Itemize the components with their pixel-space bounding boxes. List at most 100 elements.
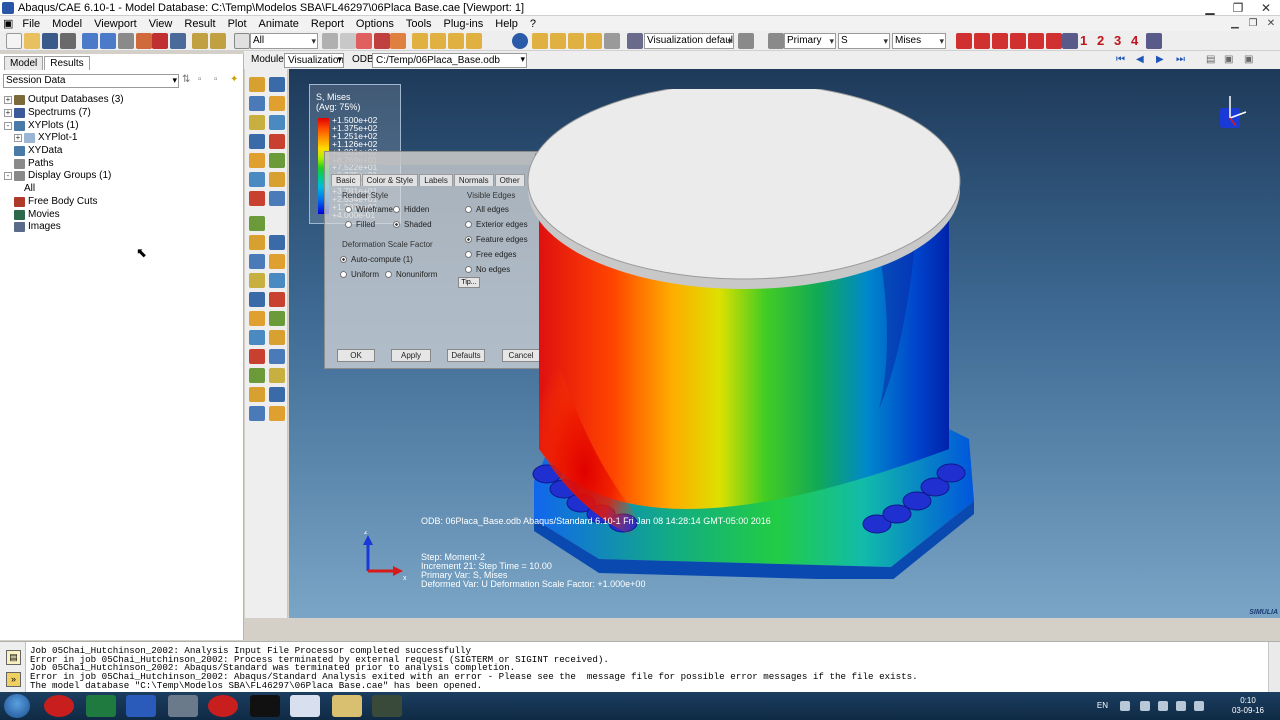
tray-volume-icon[interactable] — [1194, 701, 1204, 711]
shaded-icon[interactable] — [550, 33, 566, 49]
view-4-button[interactable]: 4 — [1131, 33, 1138, 48]
mdi-close-button[interactable]: ✕ — [1262, 16, 1280, 31]
opera-taskbar-icon[interactable] — [44, 695, 74, 717]
info-icon[interactable] — [512, 33, 528, 49]
expand-icon[interactable]: ▫ — [198, 74, 210, 86]
toolbox-tool-icon[interactable] — [249, 153, 265, 168]
menu-report[interactable]: Report — [305, 18, 350, 30]
tray-arrow-icon[interactable] — [1120, 701, 1130, 711]
toolbox-tool-icon[interactable] — [249, 273, 265, 288]
hidden-icon[interactable] — [568, 33, 584, 49]
context-help-icon[interactable]: ? — [524, 18, 542, 30]
toolbox-tool-icon[interactable] — [269, 77, 285, 92]
radio-no-edges[interactable]: No edges — [465, 265, 510, 274]
radio-free-edges[interactable]: Free edges — [465, 250, 516, 259]
render-style-icon[interactable] — [532, 33, 548, 49]
session-data-select[interactable]: Session Data — [3, 74, 179, 88]
view-manipulator-icon[interactable] — [1214, 94, 1250, 134]
view-zx-icon[interactable] — [1046, 33, 1062, 49]
toolbox-tool-icon[interactable] — [269, 254, 285, 269]
tree-node[interactable]: Paths — [4, 157, 240, 170]
visualization-defaults-select[interactable]: Visualization defaults — [644, 33, 734, 49]
toolbox-tool-icon[interactable] — [249, 349, 265, 364]
tray-network-icon[interactable] — [1140, 701, 1150, 711]
auto-fit-icon[interactable] — [152, 33, 168, 49]
toolbox-tool-icon[interactable] — [269, 311, 285, 326]
camera-icon[interactable]: ▣ — [1224, 54, 1233, 65]
toolbox-tool-icon[interactable] — [249, 172, 265, 187]
expand-toggle-icon[interactable]: + — [4, 109, 12, 118]
last-frame-icon[interactable]: ⏭ — [1176, 54, 1185, 65]
toolbox-tool-icon[interactable] — [269, 134, 285, 149]
menu-options[interactable]: Options — [350, 18, 400, 30]
rotate-icon[interactable] — [100, 33, 116, 49]
tree-node[interactable]: + Output Databases (3) — [4, 94, 240, 107]
menu-file[interactable]: File — [16, 18, 46, 30]
highlight-icon[interactable]: ✦ — [230, 74, 242, 86]
module-select[interactable]: Visualization — [284, 53, 344, 68]
wireframe-icon[interactable] — [586, 33, 602, 49]
dialog-title-bar[interactable]: ✕ — [325, 152, 548, 165]
menu-model[interactable]: Model — [46, 18, 88, 30]
collapse-icon[interactable]: ▫ — [214, 74, 226, 86]
close-button[interactable]: ✕ — [1252, 0, 1280, 16]
tree-node[interactable]: Images — [4, 221, 240, 234]
print-icon[interactable] — [60, 33, 76, 49]
tab-model[interactable]: Model — [4, 56, 44, 70]
radio-auto-compute[interactable]: Auto-compute (1) — [340, 255, 413, 264]
expand-toggle-icon[interactable]: + — [14, 134, 22, 143]
radio-nonuniform[interactable]: Nonuniform — [385, 270, 437, 279]
tab-results[interactable]: Results — [44, 56, 90, 70]
tree-node[interactable]: XYData — [4, 145, 240, 158]
kernel-command-icon[interactable]: » — [6, 672, 21, 687]
tree-node[interactable]: Movies — [4, 208, 240, 221]
variable-select[interactable]: S — [838, 33, 890, 49]
mdi-restore-button[interactable]: ❐ — [1244, 16, 1262, 31]
toolbox-tool-icon[interactable] — [269, 235, 285, 250]
tip-button[interactable]: Tip... — [458, 277, 480, 288]
view-xz-icon[interactable] — [1028, 33, 1044, 49]
excel-taskbar-icon[interactable] — [86, 695, 116, 717]
view-yx-icon[interactable] — [974, 33, 990, 49]
message-area-icon[interactable]: ▤ — [6, 650, 21, 665]
system-menu-icon[interactable]: ▣ — [0, 17, 16, 30]
view-2-button[interactable]: 2 — [1097, 33, 1104, 48]
dialog-tab-color-style[interactable]: Color & Style — [361, 174, 419, 186]
filter-icon[interactable]: ⇅ — [182, 74, 194, 86]
dialog-tab-labels[interactable]: Labels — [419, 174, 453, 186]
tray-power-icon[interactable] — [1176, 701, 1186, 711]
tree-node[interactable]: - XYPlots (1) — [4, 119, 240, 132]
pan-icon[interactable] — [82, 33, 98, 49]
abaqus-cae-taskbar-icon[interactable] — [372, 695, 402, 717]
toolbox-tool-icon[interactable] — [269, 172, 285, 187]
plot-options-dialog[interactable]: ✕ Basic Color & Style Labels Normals Oth… — [324, 151, 549, 369]
toolbox-tool-icon[interactable] — [249, 191, 265, 206]
component-select[interactable]: Mises — [892, 33, 946, 49]
frame-selector-icon[interactable]: ▤ — [1206, 54, 1215, 65]
view-zy-icon[interactable] — [1010, 33, 1026, 49]
radio-wireframe[interactable]: Wireframe — [345, 205, 393, 214]
menu-tools[interactable]: Tools — [400, 18, 438, 30]
toolbox-tool-icon[interactable] — [249, 134, 265, 149]
message-scrollbar[interactable] — [1268, 642, 1280, 693]
radio-all-edges[interactable]: All edges — [465, 205, 509, 214]
toolbox-tool-icon[interactable] — [249, 115, 265, 130]
defaults-button[interactable]: Defaults — [447, 349, 485, 362]
toolbox-tool-icon[interactable] — [249, 254, 265, 269]
menu-result[interactable]: Result — [178, 18, 221, 30]
tree-node[interactable]: + Spectrums (7) — [4, 107, 240, 120]
radio-filled[interactable]: Filled — [345, 220, 375, 229]
invariant-select[interactable]: Primary — [784, 33, 836, 49]
toolbox-tool-icon[interactable] — [269, 349, 285, 364]
select-arrow-icon[interactable] — [234, 33, 250, 49]
toolbox-tool-icon[interactable] — [269, 191, 285, 206]
dialog-tab-normals[interactable]: Normals — [453, 174, 494, 186]
toolbox-tool-icon[interactable] — [269, 387, 285, 402]
open-folder-icon[interactable] — [24, 33, 40, 49]
view-front-icon[interactable] — [412, 33, 428, 49]
toolbox-tool-icon[interactable] — [269, 292, 285, 307]
magnify-icon[interactable] — [118, 33, 134, 49]
ok-button[interactable]: OK — [337, 349, 375, 362]
maximize-button[interactable]: ❐ — [1224, 0, 1252, 16]
perspective-icon[interactable] — [604, 33, 620, 49]
